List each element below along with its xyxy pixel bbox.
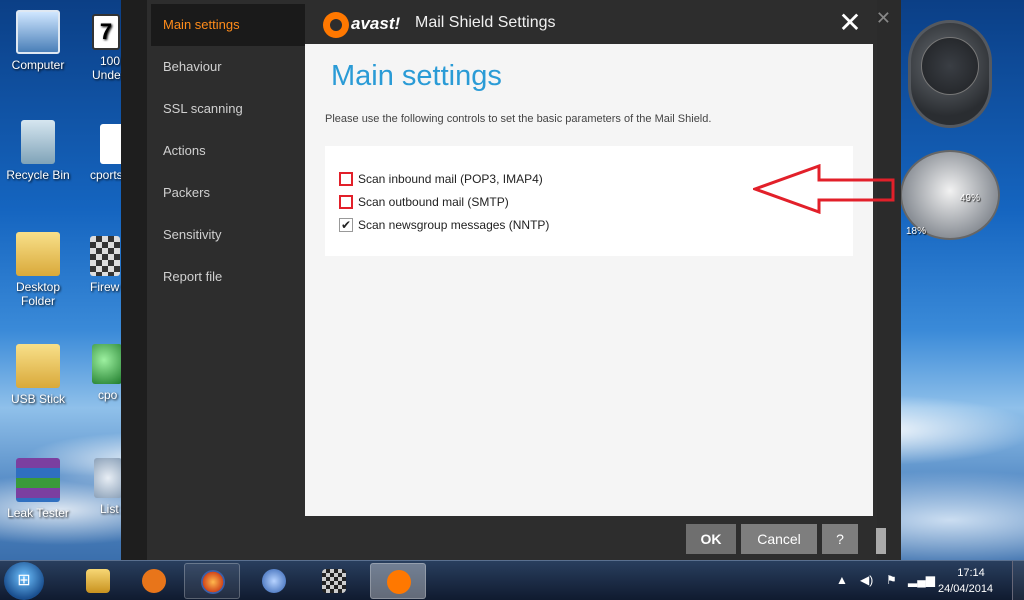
dialog-title: Mail Shield Settings [415,14,556,31]
seven-icon: 7 [92,14,120,50]
gear-icon [94,458,122,498]
sidebar-item-actions[interactable]: Actions [151,130,305,172]
folder-icon [16,232,60,276]
windows-logo-icon: ⊞ [17,572,31,589]
checkbox-scan-outbound[interactable] [339,195,353,209]
ok-button[interactable]: OK [686,524,736,554]
sidebar-item-sensitivity[interactable]: Sensitivity [151,214,305,256]
dialog-titlebar: avast! Mail Shield Settings ✕ [305,4,873,44]
firefox-icon [201,570,225,594]
desktop-icon-computer[interactable]: Computer [0,10,76,72]
folder-icon [86,569,110,593]
start-button[interactable]: ⊞ [4,562,44,600]
taskbar-thunderbird[interactable] [246,563,302,599]
firewall-icon [322,569,346,593]
sidebar-item-packers[interactable]: Packers [151,172,305,214]
clock-time[interactable]: 17:14 [956,567,986,579]
sidebar-item-ssl-scanning[interactable]: SSL scanning [151,88,305,130]
desktop-icon-leak-tester[interactable]: Leak Tester [0,458,76,520]
page-description: Please use the following controls to set… [325,113,712,125]
avast-icon [387,570,411,594]
firewall-icon [90,236,120,276]
checkbox-label: Scan newsgroup messages (NNTP) [358,218,550,232]
recycle-bin-icon [21,120,55,164]
taskbar-explorer[interactable] [70,563,126,599]
help-button[interactable]: ? [822,524,858,554]
sidebar-item-report-file[interactable]: Report file [151,256,305,298]
clock-date[interactable]: 24/04/2014 [938,583,993,595]
taskbar-firewall[interactable] [306,563,362,599]
avast-logo-icon [323,12,349,38]
clock-gadget[interactable] [908,20,992,128]
network-icon[interactable]: ▂▄▆ [908,573,935,587]
page-title: Main settings [331,60,502,92]
taskbar-avast[interactable] [370,563,426,599]
sidebar-item-behaviour[interactable]: Behaviour [151,46,305,88]
action-center-flag-icon[interactable]: ⚑ [886,573,897,587]
cancel-button[interactable]: Cancel [741,524,817,554]
background-window-button-edge [876,528,886,554]
media-player-icon [142,569,166,593]
computer-icon [16,10,60,54]
memory-percent: 18% [906,226,927,237]
desktop-icon-recycle-bin[interactable]: Recycle Bin [0,120,76,182]
red-arrow-annotation-icon [753,164,895,214]
mail-shield-settings-dialog: Main settings Behaviour SSL scanning Act… [147,0,895,560]
sidebar-item-main-settings[interactable]: Main settings [151,4,305,46]
taskbar-media-player[interactable] [126,563,182,599]
checkbox-label: Scan outbound mail (SMTP) [358,195,509,209]
show-desktop-button[interactable] [1012,561,1024,600]
avast-logo: avast! [323,10,409,40]
cpu-percent: 49% [960,193,981,204]
checkbox-scan-inbound[interactable] [339,172,353,186]
close-button[interactable]: ✕ [835,6,865,40]
usb-folder-icon [16,344,60,388]
archive-icon [16,458,60,502]
desktop-icon-desktop-folder[interactable]: Desktop Folder [0,232,76,308]
background-close-icon: ✕ [875,8,891,28]
desktop-icon-usb-stick[interactable]: USB Stick [0,344,76,406]
thunderbird-icon [262,569,286,593]
taskbar-firefox[interactable] [184,563,240,599]
globe-icon [92,344,122,384]
show-hidden-icons-icon[interactable]: ▲ [836,573,848,587]
clock-face-icon [921,37,979,95]
checkbox-label: Scan inbound mail (POP3, IMAP4) [358,172,543,186]
checkbox-scan-newsgroup[interactable]: ✔ [339,218,353,232]
settings-content: Main settings Please use the following c… [305,44,895,516]
settings-sidebar: Main settings Behaviour SSL scanning Act… [151,4,305,514]
taskbar: ⊞ ▲ ◀) ⚑ ▂▄▆ 17:14 24/04/2014 [0,560,1024,600]
speaker-icon[interactable]: ◀) [860,573,873,587]
